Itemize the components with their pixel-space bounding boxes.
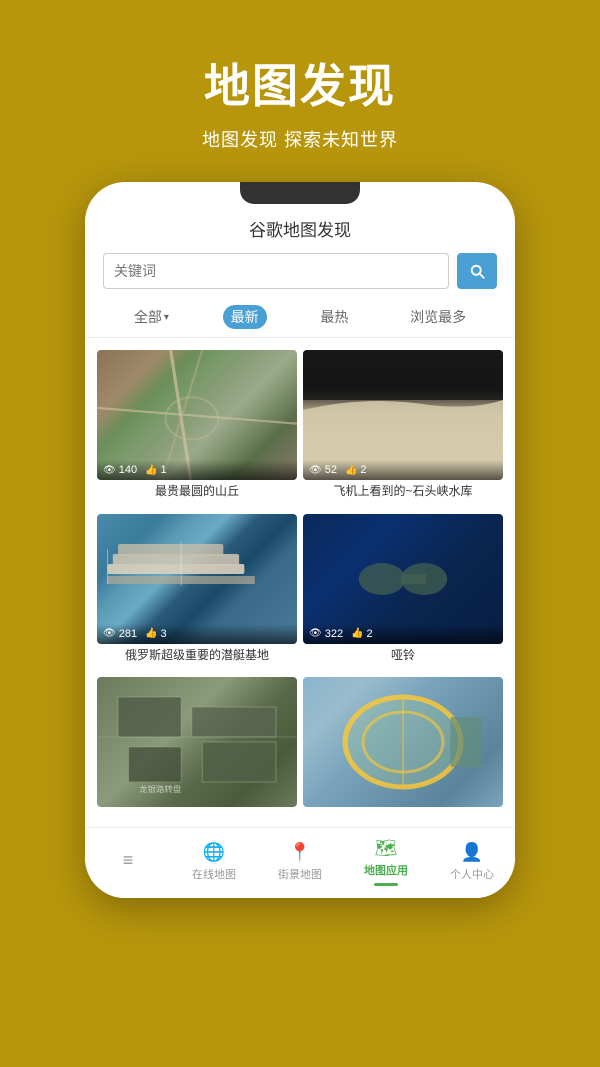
- nav-item-profile[interactable]: 👤 个人中心: [445, 842, 500, 882]
- active-indicator: [374, 883, 398, 886]
- map-image-building: 龙银路转盘: [97, 677, 297, 807]
- like-icon: 👍: [351, 628, 363, 639]
- filter-all[interactable]: 全部 ▾: [126, 305, 177, 329]
- bottom-nav: ≡ 🌐 在线地图 📍 街景地图 🗺 地图应用 👤 个人中心: [85, 827, 515, 898]
- nav-label-profile: 个人中心: [450, 866, 494, 882]
- filter-most-viewed[interactable]: 浏览最多: [402, 305, 474, 329]
- list-item[interactable]: [303, 677, 503, 819]
- item-caption: 哑铃: [303, 644, 503, 672]
- main-title: 地图发现: [204, 50, 396, 116]
- nav-item-online-map[interactable]: 🌐 在线地图: [187, 842, 242, 882]
- phone-frame: 谷歌地图发现 全部 ▾ 最新 最热 浏览最多: [85, 182, 515, 898]
- item-caption: 俄罗斯超级重要的潜艇基地: [97, 644, 297, 672]
- like-icon: 👍: [145, 628, 157, 639]
- map-image-deep-blue: 👁 322 👍 2: [303, 514, 503, 644]
- like-count: 👍 2: [345, 464, 367, 476]
- nav-item-street-view[interactable]: 📍 街景地图: [273, 842, 328, 882]
- map-image-terrain: 👁 140 👍 1: [97, 350, 297, 480]
- stats-overlay: 👁 52 👍 2: [303, 460, 503, 480]
- svg-text:龙银路转盘: 龙银路转盘: [139, 784, 181, 794]
- stats-overlay: 👁 140 👍 1: [97, 460, 297, 480]
- app-title: 谷歌地图发现: [85, 216, 515, 241]
- list-item[interactable]: 龙银路转盘: [97, 677, 297, 819]
- sub-title: 地图发现 探索未知世界: [202, 126, 398, 152]
- street-icon: 📍: [289, 842, 311, 863]
- nav-label-street-view: 街景地图: [278, 866, 322, 882]
- nav-label-map-apps: 地图应用: [364, 862, 408, 878]
- search-bar: [103, 253, 497, 289]
- list-item[interactable]: 👁 322 👍 2 哑铃: [303, 514, 503, 672]
- search-button[interactable]: [457, 253, 497, 289]
- like-count: 👍 2: [351, 628, 373, 640]
- view-count: 👁 52: [309, 464, 337, 476]
- list-item[interactable]: 👁 140 👍 1 最贵最圆的山丘: [97, 350, 297, 508]
- map-icon: 🗺: [375, 838, 398, 859]
- eye-icon: 👁: [309, 628, 322, 639]
- building-overlay: 龙银路转盘: [97, 677, 297, 807]
- item-caption: 最贵最圆的山丘: [97, 480, 297, 508]
- header-section: 地图发现 地图发现 探索未知世界: [0, 0, 600, 182]
- map-image-track: [303, 677, 503, 807]
- globe-icon: 🌐: [203, 842, 225, 863]
- phone-inner: 谷歌地图发现 全部 ▾ 最新 最热 浏览最多: [85, 204, 515, 898]
- item-caption: [303, 807, 503, 819]
- like-icon: 👍: [345, 465, 357, 476]
- stats-overlay: 👁 281 👍 3: [97, 624, 297, 644]
- filter-hot[interactable]: 最热: [312, 305, 356, 329]
- eye-icon: 👁: [103, 628, 116, 639]
- stats-overlay: 👁 322 👍 2: [303, 624, 503, 644]
- view-count: 👁 140: [103, 464, 137, 476]
- like-count: 👍 3: [145, 628, 167, 640]
- nav-label-online-map: 在线地图: [192, 866, 236, 882]
- filter-newest[interactable]: 最新: [223, 305, 267, 329]
- eye-icon: 👁: [309, 465, 322, 476]
- eye-icon: 👁: [103, 465, 116, 476]
- search-icon: [468, 262, 486, 280]
- map-image-harbor: 👁 281 👍 3: [97, 514, 297, 644]
- track-overlay: [303, 677, 503, 807]
- like-count: 👍 1: [145, 464, 167, 476]
- view-count: 👁 322: [309, 628, 343, 640]
- view-count: 👁 281: [103, 628, 137, 640]
- nav-item-map-apps[interactable]: 🗺 地图应用: [359, 838, 414, 886]
- nav-item-menu[interactable]: ≡: [101, 850, 156, 874]
- list-item[interactable]: 👁 52 👍 2 飞机上看到的~石头峡水库: [303, 350, 503, 508]
- map-image-shore: 👁 52 👍 2: [303, 350, 503, 480]
- search-input[interactable]: [103, 253, 449, 289]
- like-icon: 👍: [145, 465, 157, 476]
- grid-container: 👁 140 👍 1 最贵最圆的山丘: [85, 350, 515, 819]
- phone-notch: [240, 182, 360, 204]
- item-caption: [97, 807, 297, 819]
- item-caption: 飞机上看到的~石头峡水库: [303, 480, 503, 508]
- filter-tabs: 全部 ▾ 最新 最热 浏览最多: [85, 301, 515, 338]
- profile-icon: 👤: [461, 842, 483, 863]
- menu-icon: ≡: [123, 850, 134, 871]
- list-item[interactable]: 👁 281 👍 3 俄罗斯超级重要的潜艇基地: [97, 514, 297, 672]
